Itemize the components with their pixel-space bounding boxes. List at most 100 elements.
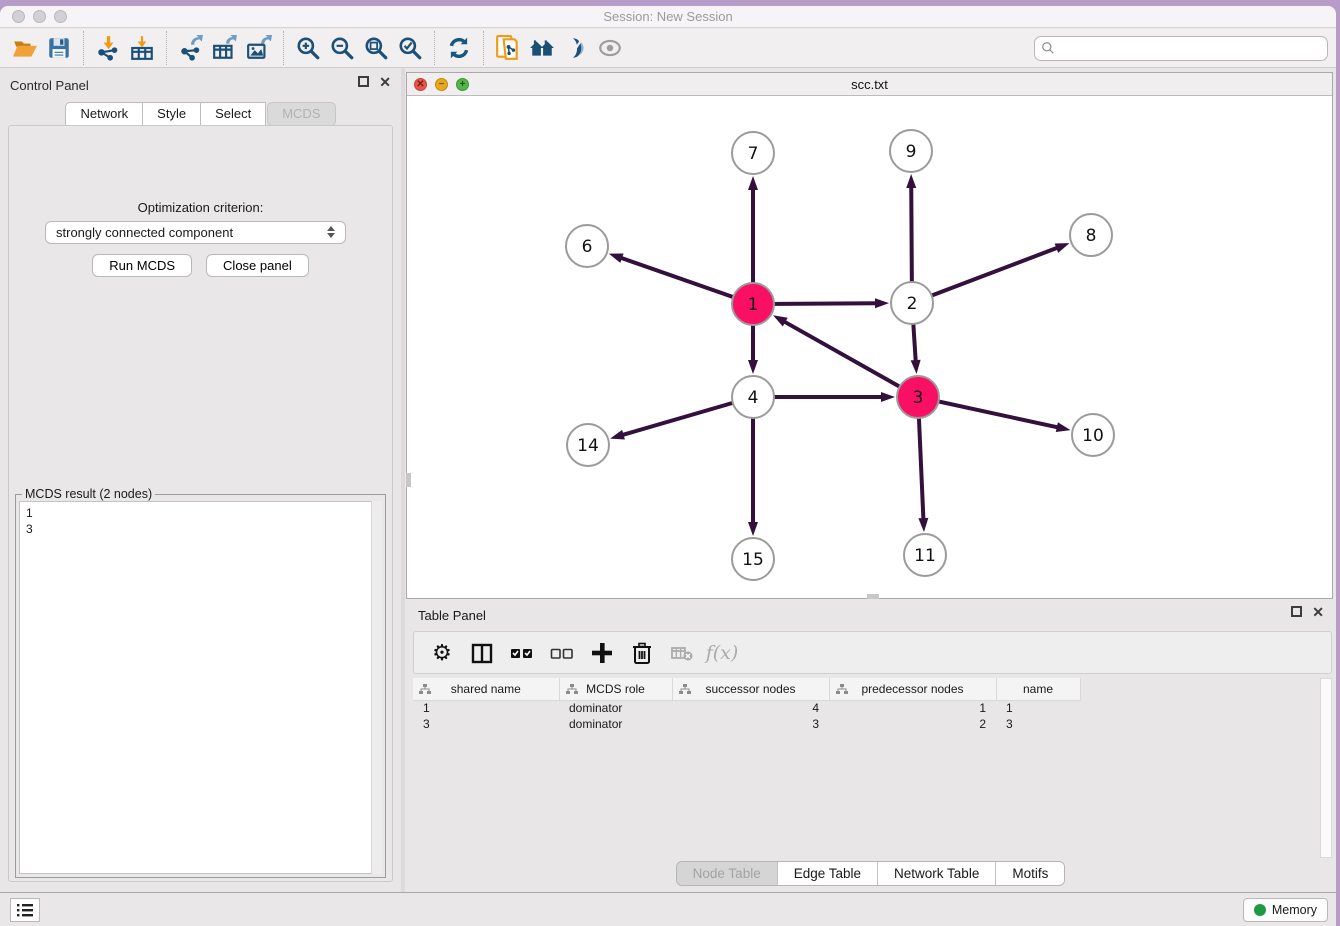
status-bar: Memory [0,892,1336,926]
edge-arrowhead [875,298,889,308]
home-icon[interactable] [525,32,559,64]
tab-motifs[interactable]: Motifs [995,862,1064,885]
table-row[interactable]: 3dominator323 [413,716,1080,732]
svg-text:1: 1 [748,295,759,315]
import-network-icon[interactable] [91,32,125,64]
table-settings-icon[interactable]: ⚙ [424,636,460,670]
table-cell[interactable]: 1 [996,700,1080,716]
deselect-all-icon[interactable] [544,636,580,670]
table-scrollbar[interactable] [1320,678,1332,858]
edge-2-8[interactable] [912,247,1058,303]
graph-node-6[interactable]: 6 [566,225,608,267]
result-line: 1 [26,505,375,521]
column-header-predecessor-nodes[interactable]: predecessor nodes [829,678,996,700]
graph-node-7[interactable]: 7 [732,132,774,174]
table-cell[interactable]: 4 [672,700,829,716]
main-area: ✕ − + scc.txt 7968124314101511 Table Pan… [405,68,1336,892]
app-window: Session: New Session [0,6,1336,926]
memory-button[interactable]: Memory [1243,898,1328,922]
tree-column-icon [566,684,578,695]
mcds-result-text[interactable]: 13 [19,501,382,874]
export-image-icon[interactable] [242,32,276,64]
float-table-panel-icon[interactable] [1291,606,1302,617]
graph-node-8[interactable]: 8 [1070,214,1112,256]
result-line: 3 [26,521,375,537]
open-session-icon[interactable] [8,32,42,64]
column-header-name[interactable]: name [996,678,1080,700]
table-cell[interactable]: 3 [672,716,829,732]
import-table-icon[interactable] [125,32,159,64]
graph-node-3[interactable]: 3 [897,376,939,418]
graph-node-2[interactable]: 2 [891,282,933,324]
zoom-selected-icon[interactable] [393,32,427,64]
task-history-icon[interactable] [10,898,40,922]
table-cell[interactable]: dominator [559,700,672,716]
close-panel-icon[interactable]: ✕ [379,76,391,89]
svg-text:7: 7 [748,144,759,164]
zoom-out-icon[interactable] [325,32,359,64]
export-table-icon[interactable] [208,32,242,64]
tab-node-table[interactable]: Node Table [677,862,777,885]
column-header-MCDS-role[interactable]: MCDS role [559,678,672,700]
toolbar-separator [83,31,84,65]
table-cell[interactable]: dominator [559,716,672,732]
column-header-successor-nodes[interactable]: successor nodes [672,678,829,700]
table-cell[interactable]: 2 [829,716,996,732]
close-table-panel-icon[interactable]: ✕ [1312,606,1324,619]
tab-style[interactable]: Style [143,102,201,126]
table-cell[interactable]: 1 [413,700,559,716]
eye-icon[interactable] [593,32,627,64]
edge-arrowhead [1055,243,1070,253]
column-layout-icon[interactable] [464,636,500,670]
tree-column-icon [836,684,848,695]
memory-label: Memory [1272,903,1317,917]
network-clone-icon[interactable] [491,32,525,64]
network-canvas[interactable]: 7 9 6 8 1 2 4 3 14 10 15 11 [407,96,1332,598]
optimization-value: strongly connected component [56,225,233,240]
table-tabs-bar: Node TableEdge TableNetwork TableMotifs [405,861,1336,886]
table-cell[interactable]: 1 [829,700,996,716]
column-header-shared-name[interactable]: shared name [413,678,559,700]
svg-text:6: 6 [582,237,593,257]
run-mcds-button[interactable]: Run MCDS [92,254,192,277]
tab-edge-table[interactable]: Edge Table [777,862,877,885]
tab-select[interactable]: Select [201,102,266,126]
graph-node-1[interactable]: 1 [732,283,774,325]
splitter-grip[interactable] [406,473,411,487]
table-row[interactable]: 1dominator411 [413,700,1080,716]
graph-node-11[interactable]: 11 [904,534,946,576]
zoom-fit-icon[interactable] [359,32,393,64]
svg-text:8: 8 [1086,226,1097,246]
refresh-layout-icon[interactable] [442,32,476,64]
optimization-select[interactable]: strongly connected component [45,221,346,244]
tab-network[interactable]: Network [65,102,143,126]
network-graph: 7 9 6 8 1 2 4 3 14 10 15 11 [407,96,1332,598]
edge-arrowhead [748,522,758,536]
close-panel-button[interactable]: Close panel [206,254,309,277]
delete-column-icon[interactable] [624,636,660,670]
graph-node-9[interactable]: 9 [890,130,932,172]
save-session-icon[interactable] [42,32,76,64]
select-all-icon[interactable] [504,636,540,670]
graph-node-4[interactable]: 4 [732,376,774,418]
float-panel-icon[interactable] [358,76,369,87]
graph-node-15[interactable]: 15 [732,538,774,580]
search-input[interactable] [1034,36,1328,61]
tab-mcds[interactable]: MCDS [267,102,335,126]
add-column-icon[interactable] [584,636,620,670]
function-builder-icon[interactable]: f(x) [704,636,740,670]
splitter-grip[interactable] [867,594,879,599]
edge-3-1[interactable] [783,321,918,397]
table-cell[interactable]: 3 [996,716,1080,732]
graph-node-10[interactable]: 10 [1072,414,1114,456]
zoom-in-icon[interactable] [291,32,325,64]
network-window-titlebar[interactable]: ✕ − + scc.txt [407,73,1332,96]
graph-node-14[interactable]: 14 [567,424,609,466]
table-toolbar: ⚙ f(x) [413,631,1332,674]
delete-table-icon[interactable] [664,636,700,670]
tab-network-table[interactable]: Network Table [877,862,995,885]
export-network-icon[interactable] [174,32,208,64]
table-cell[interactable]: 3 [413,716,559,732]
result-scrollbar[interactable] [371,501,382,874]
graphics-details-icon[interactable] [559,32,593,64]
